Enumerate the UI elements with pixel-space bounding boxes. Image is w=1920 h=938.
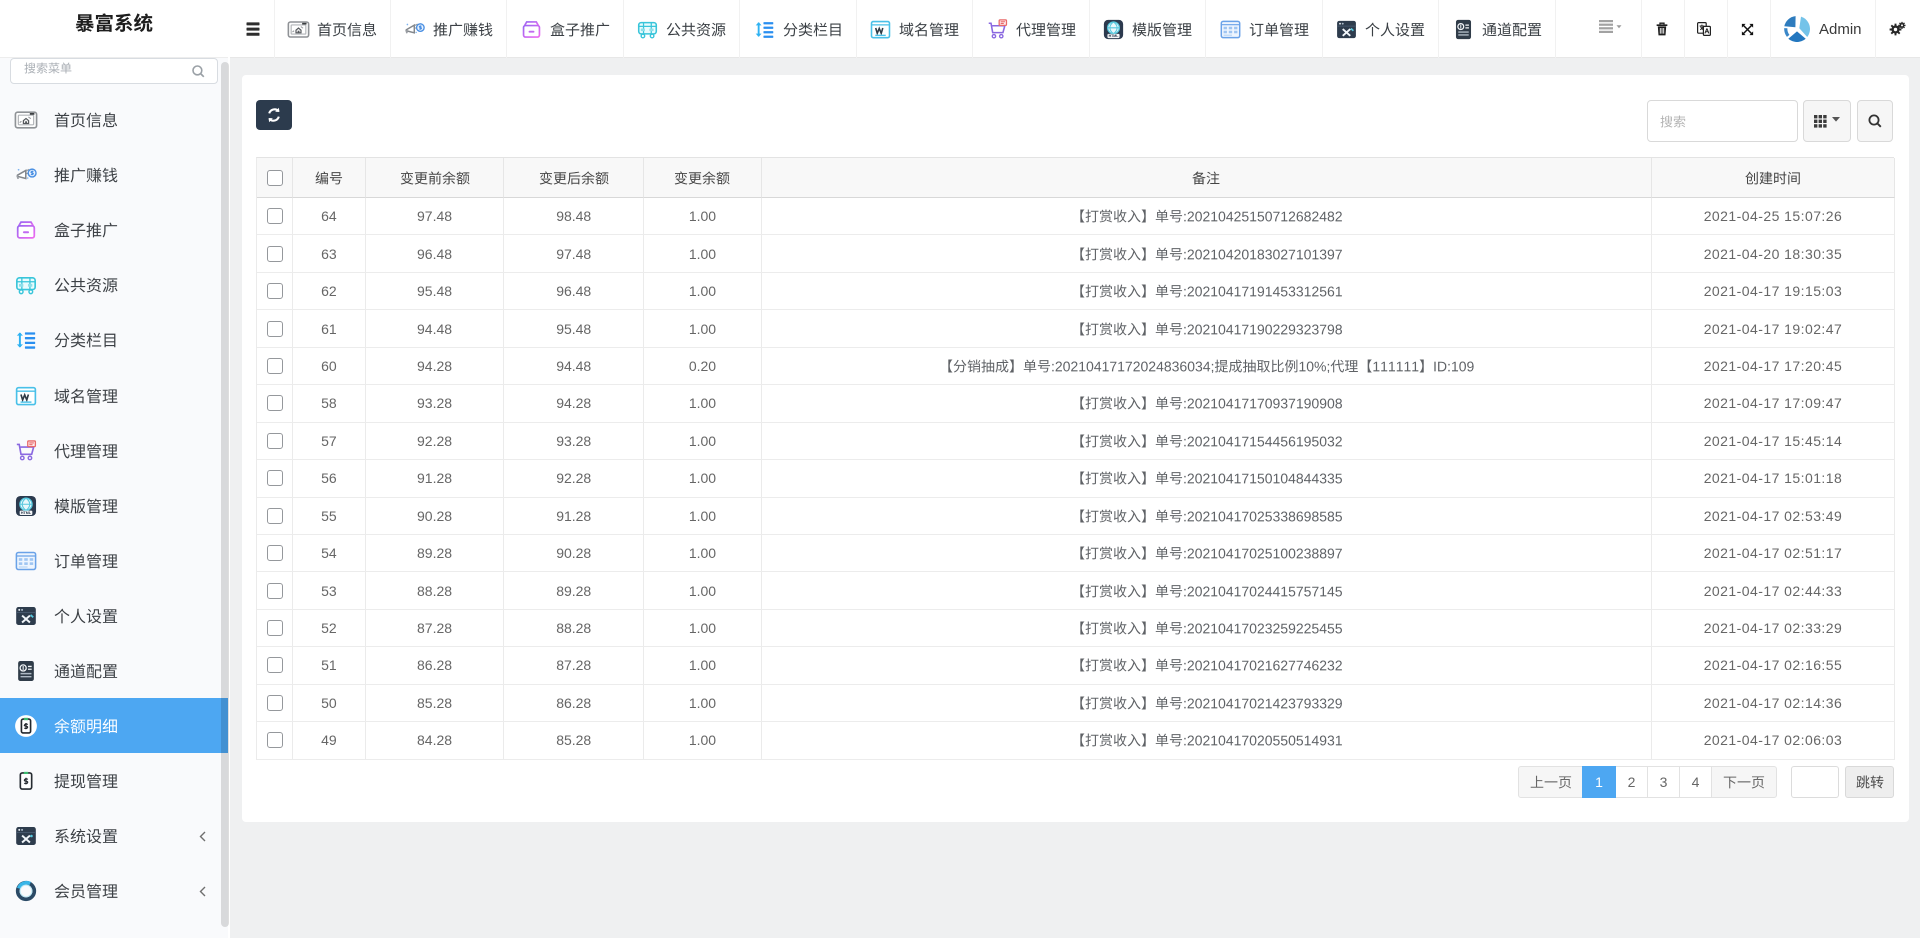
svg-text:HTML: HTML: [1109, 34, 1120, 38]
svg-text:HTML: HTML: [21, 511, 32, 515]
